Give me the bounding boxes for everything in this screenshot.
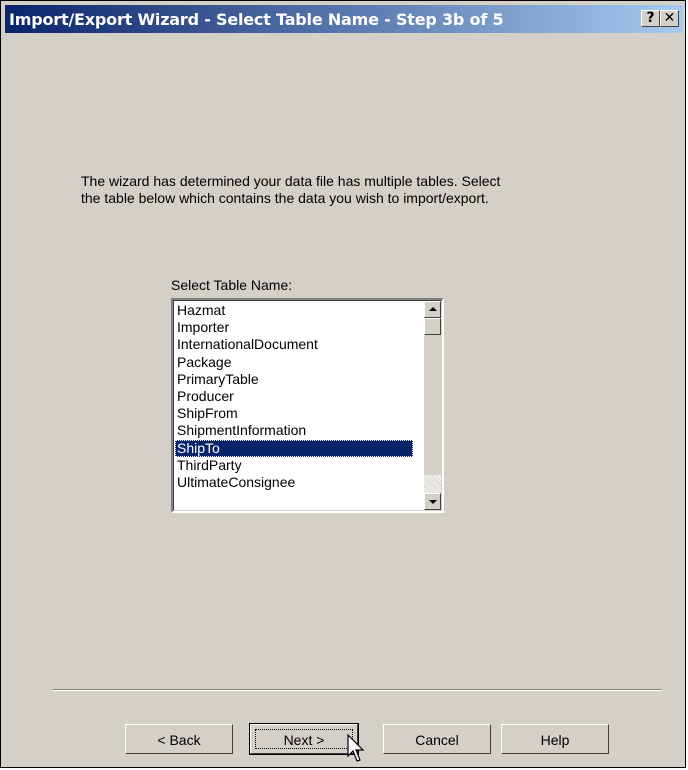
mouse-pointer-icon <box>347 734 365 762</box>
help-button[interactable]: Help <box>501 724 609 754</box>
cancel-button[interactable]: Cancel <box>383 724 491 754</box>
next-button[interactable]: Next > <box>249 723 359 755</box>
back-button[interactable]: < Back <box>125 724 233 754</box>
arrow-down-icon <box>429 500 437 504</box>
list-item[interactable]: Importer <box>175 319 413 336</box>
divider <box>53 689 661 691</box>
intro-line-2: the table below which contains the data … <box>81 190 489 206</box>
cancel-button-label: Cancel <box>415 732 459 748</box>
list-item[interactable]: Producer <box>175 388 413 405</box>
arrow-up-icon <box>429 307 437 311</box>
list-item[interactable]: ShipmentInformation <box>175 422 413 439</box>
scroll-thumb[interactable] <box>424 318 441 335</box>
title-bar[interactable]: Import/Export Wizard - Select Table Name… <box>5 5 683 33</box>
help-button-label: Help <box>540 732 570 748</box>
list-item[interactable]: UltimateConsignee <box>175 474 413 491</box>
scroll-up-button[interactable] <box>424 301 441 318</box>
list-item[interactable]: ShipFrom <box>175 405 413 422</box>
list-item[interactable]: ThirdParty <box>175 457 413 474</box>
list-item[interactable]: PrimaryTable <box>175 371 413 388</box>
list-item[interactable]: ShipTo <box>175 439 413 457</box>
scroll-down-button[interactable] <box>424 493 441 510</box>
list-item[interactable]: InternationalDocument <box>175 336 413 353</box>
list-item[interactable]: Hazmat <box>175 302 413 319</box>
select-table-label: Select Table Name: <box>171 277 293 293</box>
back-button-label: < Back <box>157 732 201 748</box>
listbox-scrollbar[interactable] <box>424 301 441 510</box>
window-title: Import/Export Wizard - Select Table Name… <box>9 10 504 29</box>
intro-text: The wizard has determined your data file… <box>81 173 500 207</box>
close-icon[interactable]: ✕ <box>660 10 679 27</box>
scroll-track[interactable] <box>424 335 441 475</box>
intro-line-1: The wizard has determined your data file… <box>81 173 501 189</box>
help-icon[interactable]: ? <box>641 10 660 27</box>
table-name-listbox[interactable]: Hazmat Importer InternationalDocument Packa… <box>171 298 444 513</box>
list-item[interactable]: Package <box>175 354 413 371</box>
wizard-window: Import/Export Wizard - Select Table Name… <box>0 0 686 768</box>
